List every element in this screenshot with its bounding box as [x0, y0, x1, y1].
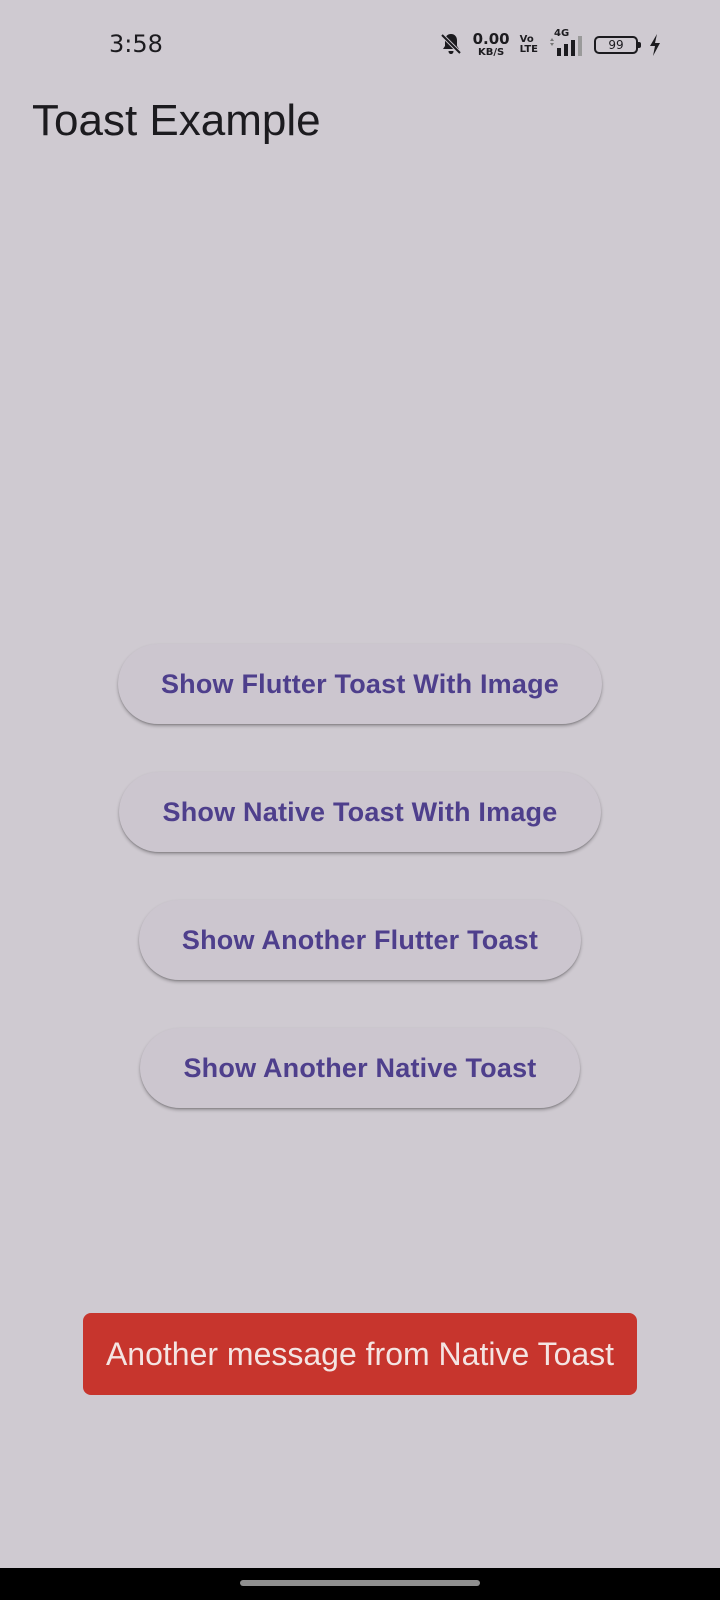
bell-off-icon [439, 32, 463, 58]
network-type: 4G [554, 28, 570, 39]
net-speed-unit: KB/S [478, 47, 505, 58]
battery-level: 99 [608, 38, 624, 52]
net-speed-value: 0.00 [472, 30, 510, 48]
status-icons: 0.00 KB/S Vo LTE 4G 99 [439, 28, 662, 60]
show-flutter-toast-with-image-button[interactable]: Show Flutter Toast With Image [118, 644, 602, 724]
volte-indicator: Vo LTE [520, 35, 538, 55]
navigation-bar [0, 1568, 720, 1600]
volte-bottom: LTE [519, 44, 538, 55]
toast-message: Another message from Native Toast [83, 1313, 637, 1395]
gesture-handle[interactable] [240, 1580, 480, 1586]
page-title: Toast Example [32, 96, 321, 145]
net-speed-indicator: 0.00 KB/S [473, 32, 510, 58]
show-another-native-toast-button[interactable]: Show Another Native Toast [140, 1028, 580, 1108]
status-bar: 3:58 0.00 KB/S Vo LTE 4G 99 [0, 0, 720, 92]
charging-bolt-icon [648, 33, 662, 57]
show-native-toast-with-image-button[interactable]: Show Native Toast With Image [119, 772, 601, 852]
signal-icon: 4G [548, 28, 584, 58]
show-another-flutter-toast-button[interactable]: Show Another Flutter Toast [139, 900, 581, 980]
status-time: 3:58 [109, 30, 163, 58]
battery-icon: 99 [594, 36, 641, 54]
